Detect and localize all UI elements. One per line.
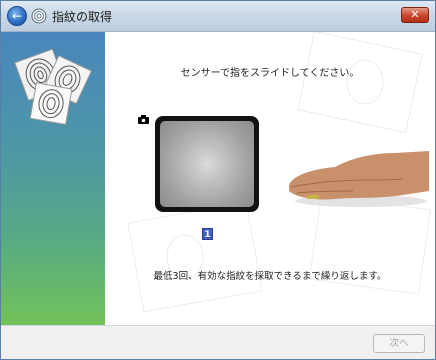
sidebar-banner [1, 32, 105, 325]
main-content: センサーで指をスライドしてください。 1 最低3回、有効な指紋を採取できるまで繰… [105, 32, 435, 325]
close-icon: ✕ [410, 8, 420, 21]
next-button[interactable]: 次へ [373, 334, 425, 353]
button-bar: 次へ [1, 325, 435, 359]
back-button[interactable]: ← [7, 6, 27, 26]
sensor-scan-area [160, 121, 254, 207]
fingerprint-dialog: ← 指紋の取得 ✕ センサーで指をスライドしてください。 1 最低3回、有効な指… [0, 0, 436, 360]
title-bar: ← 指紋の取得 ✕ [1, 1, 435, 32]
fingerprint-sensor-preview [155, 116, 259, 212]
fingerprint-icon [31, 8, 47, 24]
camera-icon [138, 115, 149, 124]
close-button[interactable]: ✕ [401, 7, 429, 23]
attempt-count-badge: 1 [202, 228, 213, 240]
window-title: 指紋の取得 [52, 10, 113, 24]
hint-text: 最低3回、有効な指紋を採取できるまで繰り返します。 [153, 271, 387, 282]
fingerprint-cards-logo [14, 48, 93, 126]
instruction-text: センサーで指をスライドしてください。 [180, 68, 360, 79]
back-arrow-icon: ← [11, 9, 23, 23]
hand-swipe-illustration [289, 151, 429, 207]
